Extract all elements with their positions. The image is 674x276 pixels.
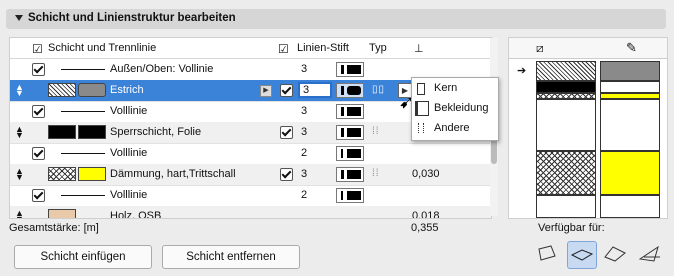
shell-element-icon[interactable] — [636, 241, 664, 267]
expand-arrow-icon[interactable]: ▶ — [260, 85, 272, 97]
reference-arrow-icon: ➔ — [517, 65, 527, 77]
header-check-icon[interactable]: ☑ — [278, 42, 289, 56]
pen-preview[interactable] — [336, 83, 364, 98]
drag-handle-icon[interactable]: ▲ ▼ — [15, 125, 24, 140]
dropdown-item-bekleidung[interactable]: Bekleidung — [434, 102, 488, 114]
fill-pattern-swatch[interactable] — [48, 167, 76, 181]
preview-color-grey — [600, 61, 660, 81]
pen-number[interactable]: 2 — [301, 189, 307, 201]
panel-title: Schicht und Linienstruktur bearbeiten — [28, 12, 236, 24]
drag-handle-icon[interactable]: ▲ ▼ — [15, 167, 24, 182]
row-label: Außen/Oben: Vollinie — [110, 63, 214, 75]
table-row[interactable]: ▲ ▼ Holz, OSB 0,018 — [10, 206, 491, 219]
fill-pattern-swatch[interactable] — [48, 209, 76, 218]
row-checkbox[interactable] — [280, 84, 293, 97]
remove-layer-button[interactable]: Schicht entfernen — [162, 245, 300, 269]
pen-number[interactable]: 3 — [301, 126, 307, 138]
header-type: Typ — [369, 42, 387, 54]
row-label: Dämmung, hart,Trittschall — [110, 168, 236, 180]
type-selector-icon[interactable]: ▯▯ — [372, 84, 385, 95]
preview-layer-white — [536, 195, 596, 218]
preview-layer-white — [536, 99, 596, 151]
panel-header[interactable]: Schicht und Linienstruktur bearbeiten — [6, 9, 666, 29]
dropdown-item-andere[interactable]: Andere — [434, 122, 469, 134]
preview-color-white — [600, 99, 660, 151]
preview-layer-black — [536, 81, 596, 93]
pen-number[interactable]: 3 — [301, 63, 307, 75]
other-icon — [418, 123, 424, 133]
slab-element-icon[interactable] — [567, 241, 597, 269]
thickness-icon: ⊥ — [414, 43, 424, 55]
preview-header: ⧄ ✎ — [509, 38, 667, 59]
row-label: Volllinie — [110, 147, 148, 159]
thickness-value[interactable]: 0,018 — [412, 210, 440, 218]
pen-preview[interactable] — [336, 62, 364, 77]
fill-pattern-swatch[interactable] — [48, 83, 76, 97]
mouse-cursor-icon: ➹ — [399, 92, 415, 112]
pen-preview[interactable] — [336, 125, 364, 140]
pen-input[interactable]: 3 — [298, 82, 332, 98]
row-label: Volllinie — [110, 105, 148, 117]
thickness-value[interactable]: 0,030 — [412, 168, 440, 180]
row-checkbox[interactable] — [280, 168, 293, 181]
color-swatch[interactable] — [78, 83, 106, 97]
table-row[interactable]: Volllinie 2 — [10, 185, 491, 207]
table-row[interactable]: ▲ ▼ Dämmung, hart,Trittschall 3 ⁞⁞ 0,030 — [10, 164, 491, 186]
table-row[interactable]: Volllinie 2 — [10, 143, 491, 165]
row-label: Estrich — [110, 84, 144, 96]
header-pen: Linien-Stift — [297, 42, 349, 54]
type-icon[interactable]: ⁞⁞ — [372, 168, 380, 179]
type-icon[interactable]: ⁞⁞ — [372, 126, 380, 137]
pen-preview[interactable] — [336, 146, 364, 161]
paintbrush-icon: ✎ — [626, 40, 637, 55]
hatch-pattern-icon: ⧄ — [536, 41, 544, 55]
row-label: Volllinie — [110, 189, 148, 201]
color-swatch[interactable] — [78, 125, 106, 139]
insert-layer-button[interactable]: Schicht einfügen — [14, 245, 152, 269]
preview-layer-xhatch — [536, 151, 596, 195]
check-all-icon[interactable]: ☑ — [32, 42, 43, 56]
row-label: Sperrschicht, Folie — [110, 126, 202, 138]
collapse-triangle-icon[interactable] — [15, 15, 23, 21]
roof-element-icon[interactable] — [601, 241, 629, 267]
row-checkbox[interactable] — [32, 63, 45, 76]
fill-pattern-swatch[interactable] — [48, 125, 76, 139]
dropdown-item-kern[interactable]: Kern — [434, 82, 457, 94]
line-preview-icon — [61, 195, 105, 196]
pen-preview[interactable] — [336, 167, 364, 182]
row-label: Holz, OSB — [110, 210, 162, 219]
pen-preview[interactable] — [336, 104, 364, 119]
available-for-label: Verfügbar für: — [538, 222, 605, 234]
drag-handle-icon[interactable]: ▲ ▼ — [15, 209, 24, 219]
color-swatch[interactable] — [78, 167, 106, 181]
drag-handle-icon[interactable]: ▲ ▼ — [15, 83, 24, 98]
structure-preview-panel: ⧄ ✎ ➔ — [508, 37, 668, 219]
line-preview-icon — [61, 111, 105, 112]
total-thickness-value: 0,355 — [411, 222, 439, 234]
row-checkbox[interactable] — [32, 147, 45, 160]
row-checkbox[interactable] — [280, 126, 293, 139]
line-preview-icon — [61, 153, 105, 154]
type-dropdown-menu: Kern Bekleidung Andere — [411, 77, 499, 141]
pen-preview[interactable] — [336, 188, 364, 203]
pen-number[interactable]: 2 — [301, 147, 307, 159]
pen-number[interactable]: 3 — [301, 105, 307, 117]
line-preview-icon — [61, 69, 105, 70]
row-checkbox[interactable] — [32, 105, 45, 118]
core-icon — [417, 83, 425, 95]
cladding-icon — [415, 101, 429, 116]
preview-color-white — [600, 195, 660, 218]
total-thickness-label: Gesamtstärke: [m] — [9, 222, 99, 234]
preview-color-yellow — [600, 151, 660, 195]
wall-element-icon[interactable] — [533, 241, 561, 267]
preview-color-white — [600, 81, 660, 93]
preview-layer-hatch — [536, 61, 596, 81]
pen-number[interactable]: 3 — [301, 168, 307, 180]
row-checkbox[interactable] — [32, 189, 45, 202]
table-header: ☑ Schicht und Trennlinie ☑ Linien-Stift … — [10, 38, 491, 59]
header-name: Schicht und Trennlinie — [48, 42, 157, 54]
